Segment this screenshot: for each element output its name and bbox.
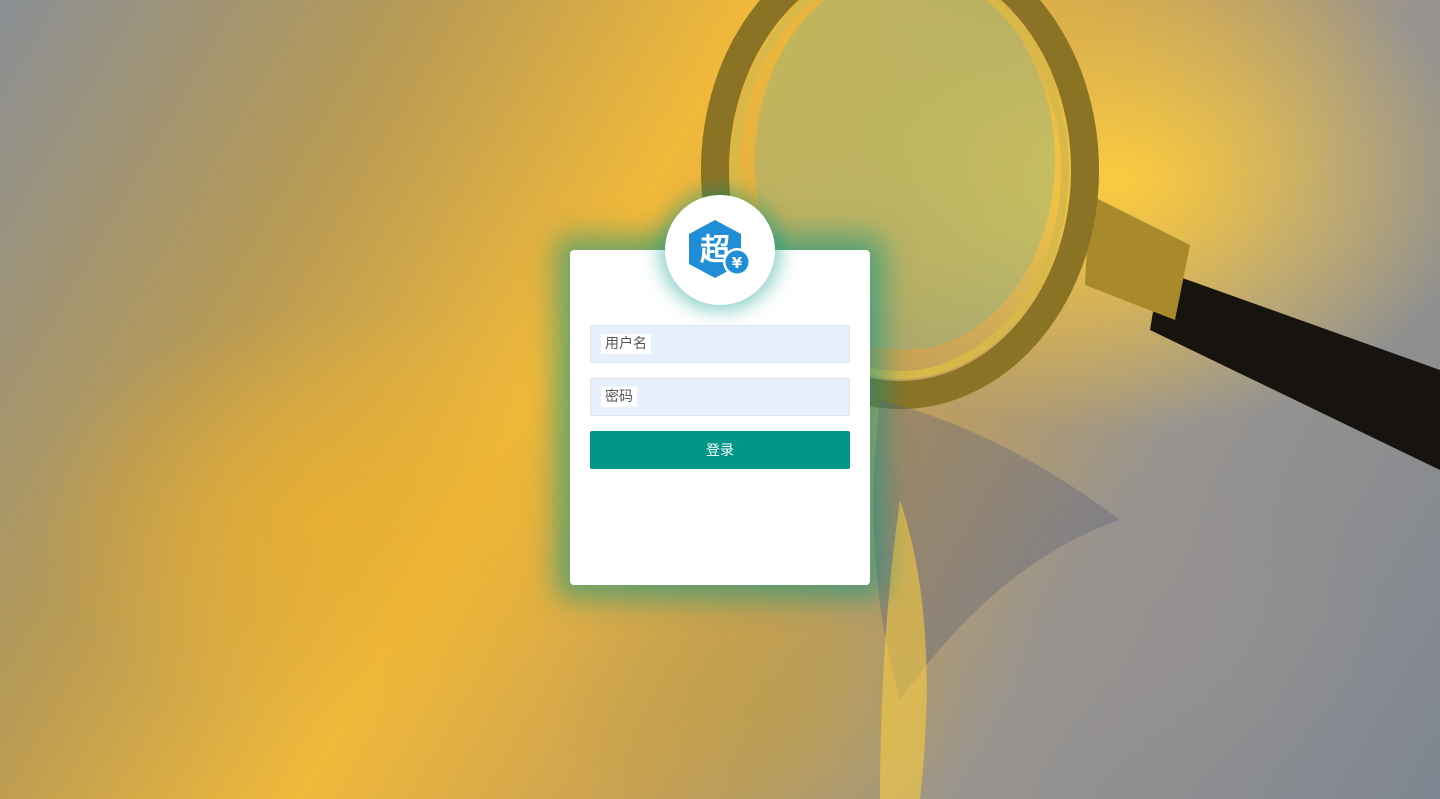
username-placeholder: 用户名	[601, 334, 651, 354]
app-logo-icon: 超 ¥	[689, 220, 751, 278]
logo: 超 ¥	[665, 195, 775, 305]
login-button[interactable]: 登录	[590, 431, 850, 469]
password-input[interactable]: 密码	[590, 378, 850, 416]
login-page: 超 ¥ 用户名 密码 登录	[0, 0, 1440, 799]
password-placeholder: 密码	[601, 387, 637, 407]
username-input[interactable]: 用户名	[590, 325, 850, 363]
logo-badge-symbol: ¥	[732, 254, 743, 272]
